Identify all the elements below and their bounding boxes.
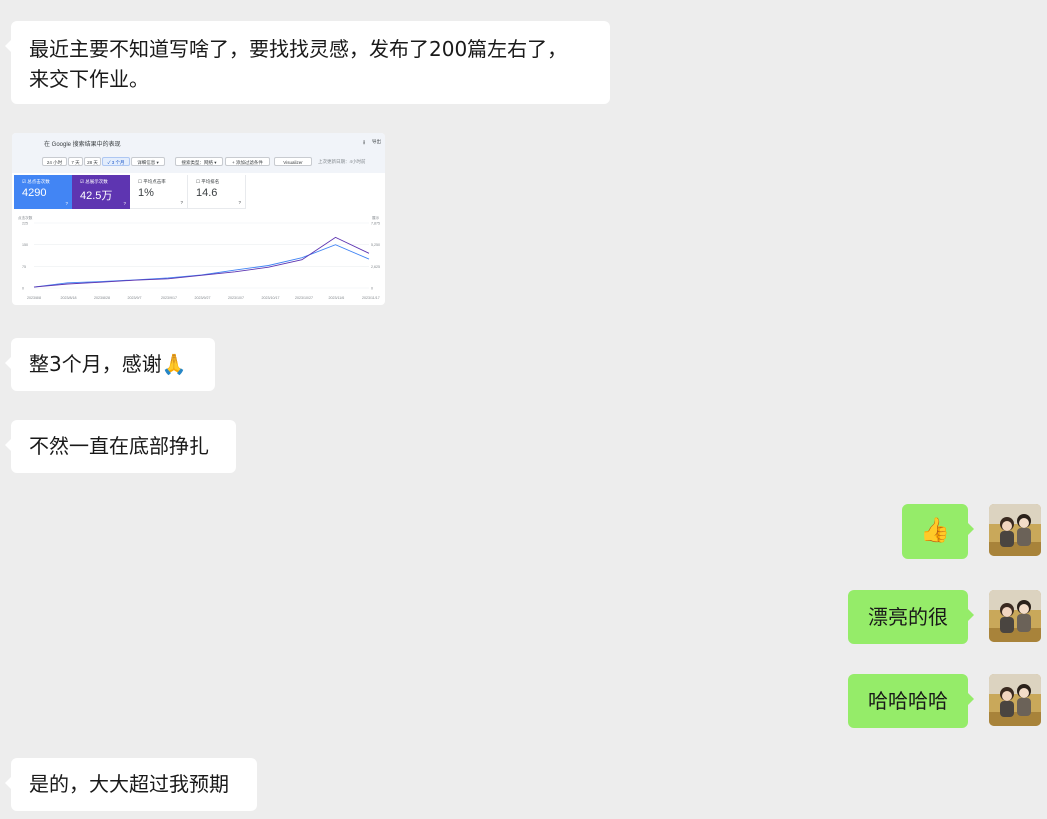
screenshot-title: 在 Google 搜索结果中的表现 (44, 142, 121, 148)
metric-value: 4290 (22, 187, 47, 199)
x-tick-label: 2023/11/17 (362, 296, 380, 300)
metric-label: ☐ 平均点击率 (138, 179, 166, 184)
avatar[interactable] (989, 504, 1041, 556)
message-text: 来交下作业。 (29, 67, 149, 91)
metric-value: 1% (138, 187, 154, 199)
metric-ctr: ☐ 平均点击率 1% ? (130, 175, 188, 209)
message-text: 整3个月，感谢🙏 (29, 352, 187, 376)
help-icon: ? (238, 200, 241, 205)
download-icon: ⭳ (363, 140, 366, 146)
message-bubble-4[interactable]: 不然一直在底部挣扎 (5, 420, 236, 473)
chip-3m: ✓ 3 个月 (102, 157, 130, 166)
chip-search-type: 搜索类型：网络 ▾ (175, 157, 223, 166)
search-console-screenshot[interactable]: 在 Google 搜索结果中的表现 ⭳ 导出 24 小时 7 天 28 天 ✓ … (12, 133, 385, 305)
message-bubble-5[interactable]: 👍 (902, 504, 974, 559)
series-line-0 (33, 244, 370, 288)
right-tick-label: 5,250 (371, 243, 380, 247)
chip-visualizer: Visualizer (274, 157, 312, 166)
x-tick-label: 2023/8/28 (94, 296, 110, 300)
performance-chart: 点击次数 展示 225 150 75 0 7,875 5,250 2,625 0 2023/… (18, 215, 380, 300)
message-text: 最近主要不知道写啥了，要找找灵感，发布了200篇左右了， (29, 37, 568, 61)
x-tick-label: 2023/10/17 (262, 296, 280, 300)
right-axis-title: 展示 (372, 215, 380, 220)
message-bubble-3[interactable]: 整3个月，感谢🙏 (5, 338, 215, 391)
export-label: 导出 (372, 139, 381, 144)
thumbs-up-emoji: 👍 (920, 516, 950, 544)
left-axis-title: 点击次数 (18, 215, 33, 220)
metric-value: 42.5万 (80, 190, 113, 202)
x-tick-label: 2023/9/7 (128, 296, 142, 300)
right-tick-label: 7,875 (371, 222, 380, 226)
metric-position: ☐ 平均排名 14.6 ? (188, 175, 246, 209)
metric-label: ☑ 总展示次数 (80, 179, 108, 184)
avatar[interactable] (989, 674, 1041, 726)
message-bubble-7[interactable]: 哈哈哈哈 (848, 674, 974, 728)
x-tick-label: 2023/8/18 (61, 296, 77, 300)
last-updated: 上次更新日期：4小时前 (318, 159, 366, 164)
x-tick-label: 2023/9/27 (195, 296, 211, 300)
help-icon: ? (65, 201, 68, 206)
metric-label: ☑ 总点击次数 (22, 179, 50, 184)
avatar[interactable] (989, 590, 1041, 642)
metric-clicks: ☑ 总点击次数 4290 ? (14, 175, 72, 209)
help-icon: ? (123, 201, 126, 206)
x-tick-label: 2023/11/6 (329, 296, 345, 300)
left-tick-label: 150 (22, 243, 28, 247)
message-text: 是的，大大超过我预期 (29, 772, 229, 796)
chip-add-filter: + 添加过滤条件 (225, 157, 270, 166)
right-tick-label: 0 (371, 287, 373, 291)
message-bubble-8[interactable]: 是的，大大超过我预期 (5, 758, 257, 811)
chip-details: 详细信息 ▾ (131, 157, 165, 166)
metric-label: ☐ 平均排名 (196, 179, 220, 184)
left-tick-label: 0 (22, 287, 24, 291)
chip-7d: 7 天 (68, 157, 83, 166)
message-text: 不然一直在底部挣扎 (29, 434, 209, 458)
message-bubble-1[interactable]: 最近主要不知道写啥了，要找找灵感，发布了200篇左右了， 来交下作业。 (5, 21, 610, 104)
message-text: 漂亮的很 (868, 605, 948, 629)
metric-value: 14.6 (196, 187, 218, 199)
left-tick-label: 225 (22, 222, 28, 226)
x-tick-label: 2023/9/17 (161, 296, 177, 300)
metric-impressions: ☑ 总展示次数 42.5万 ? (72, 175, 130, 209)
left-tick-label: 75 (22, 265, 26, 269)
chip-24h: 24 小时 (42, 157, 67, 166)
chip-28d: 28 天 (84, 157, 101, 166)
message-text: 哈哈哈哈 (868, 689, 948, 713)
right-tick-label: 2,625 (371, 265, 380, 269)
help-icon: ? (180, 200, 183, 205)
x-tick-label: 2023/10/7 (228, 296, 244, 300)
x-tick-label: 2023/8/8 (27, 296, 41, 300)
x-tick-label: 2023/10/27 (295, 296, 313, 300)
message-bubble-6[interactable]: 漂亮的很 (848, 590, 974, 644)
